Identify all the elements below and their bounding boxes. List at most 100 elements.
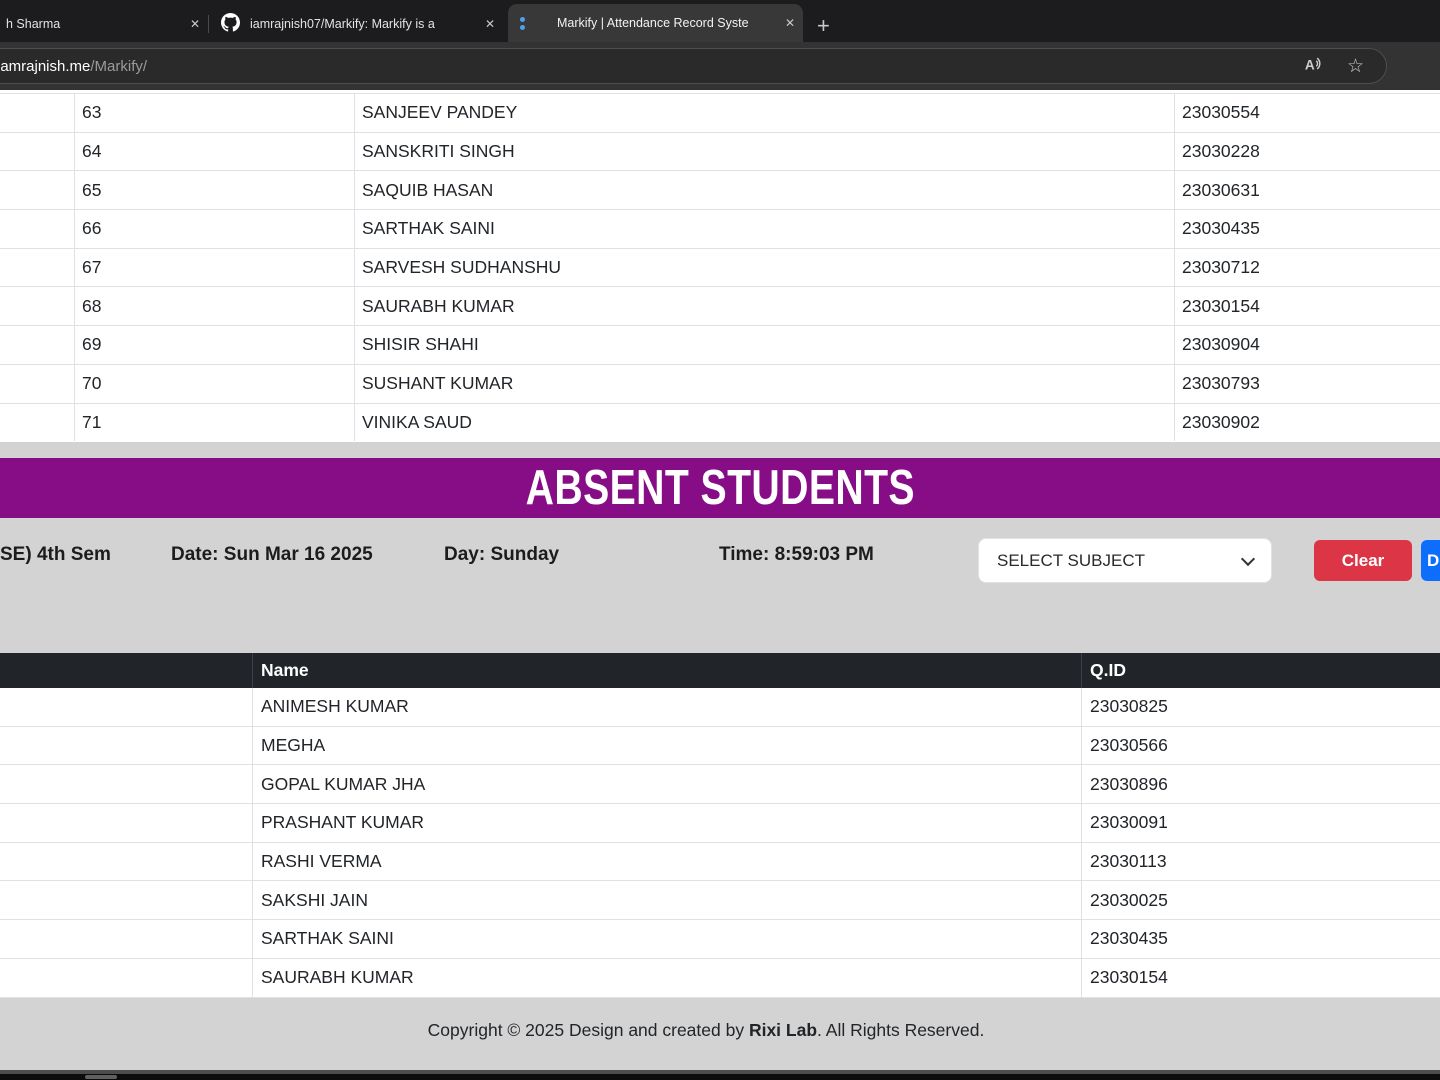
table-row: 70 SUSHANT KUMAR 23030793	[0, 364, 1440, 403]
qid-cell: 23030113	[1082, 843, 1440, 881]
table-row: ANIMESH KUMAR 23030825	[0, 688, 1440, 727]
table-row: 69 SHISIR SHAHI 23030904	[0, 325, 1440, 364]
row-left-cell	[0, 404, 75, 442]
row-left-cell	[0, 94, 75, 132]
name-cell: SAURABH KUMAR	[253, 959, 1082, 997]
name-cell: GOPAL KUMAR JHA	[253, 765, 1082, 803]
qid-cell: 23030825	[1082, 688, 1440, 726]
markify-favicon-icon	[520, 17, 525, 30]
qid-cell: 23030554	[1175, 94, 1440, 132]
tab-1[interactable]: h Sharma ✕	[0, 6, 208, 42]
name-cell: PRASHANT KUMAR	[253, 804, 1082, 842]
name-cell: SAQUIB HASAN	[355, 171, 1175, 209]
close-icon[interactable]: ✕	[777, 16, 803, 30]
header-qid: Q.ID	[1082, 653, 1440, 688]
svg-text:A: A	[1305, 57, 1315, 72]
qid-cell: 23030154	[1175, 287, 1440, 325]
footer-brand: Rixi Lab	[749, 1020, 817, 1040]
row-left-cell	[0, 365, 75, 403]
horizontal-scrollbar-thumb[interactable]	[85, 1075, 117, 1079]
new-tab-button[interactable]: +	[817, 16, 830, 36]
table-row: 64 SANSKRITI SINGH 23030228	[0, 132, 1440, 171]
serial-cell: 70	[75, 365, 355, 403]
subject-select[interactable]: SELECT SUBJECT	[978, 538, 1272, 583]
table-row: MEGHA 23030566	[0, 727, 1440, 766]
tab-2[interactable]: iamrajnish07/Markify: Markify is a ✕	[209, 6, 503, 42]
qid-cell: 23030896	[1082, 765, 1440, 803]
name-cell: SAURABH KUMAR	[355, 287, 1175, 325]
qid-cell: 23030902	[1175, 404, 1440, 442]
serial-cell: 69	[75, 326, 355, 364]
tab-3-active[interactable]: Markify | Attendance Record Syste ✕	[508, 4, 803, 42]
name-cell: SHISIR SHAHI	[355, 326, 1175, 364]
row-left-cell	[0, 171, 75, 209]
absent-students-banner: ABSENT STUDENTS	[0, 458, 1440, 518]
qid-cell: 23030631	[1175, 171, 1440, 209]
tab-strip: h Sharma ✕ iamrajnish07/Markify: Markify…	[0, 0, 1440, 42]
qid-cell: 23030904	[1175, 326, 1440, 364]
table-row: SARTHAK SAINI 23030435	[0, 920, 1440, 959]
url-domain: iamrajnish.me	[0, 58, 90, 75]
close-icon[interactable]: ✕	[477, 17, 503, 31]
name-cell: MEGHA	[253, 727, 1082, 765]
row-left-cell	[0, 287, 75, 325]
row-left-cell	[0, 210, 75, 248]
name-cell: SARTHAK SAINI	[355, 210, 1175, 248]
table-row: GOPAL KUMAR JHA 23030896	[0, 765, 1440, 804]
name-cell: SUSHANT KUMAR	[355, 365, 1175, 403]
row-left-cell	[0, 727, 253, 765]
row-left-cell	[0, 881, 253, 919]
table-row: RASHI VERMA 23030113	[0, 843, 1440, 882]
clear-button[interactable]: Clear	[1314, 540, 1412, 581]
banner-title: ABSENT STUDENTS	[525, 460, 914, 516]
absent-table-header: Name Q.ID	[0, 653, 1440, 688]
table-row: SAKSHI JAIN 23030025	[0, 881, 1440, 920]
qid-cell: 23030025	[1082, 881, 1440, 919]
qid-cell: 23030228	[1175, 133, 1440, 171]
download-button[interactable]: Download	[1421, 540, 1440, 581]
table-row: PRASHANT KUMAR 23030091	[0, 804, 1440, 843]
serial-cell: 63	[75, 94, 355, 132]
header-name: Name	[253, 653, 1082, 688]
name-cell: SARVESH SUDHANSHU	[355, 249, 1175, 287]
absent-students-table: Name Q.ID ANIMESH KUMAR 23030825 MEGHA 2…	[0, 653, 1440, 998]
header-left-cell	[0, 653, 253, 688]
serial-cell: 67	[75, 249, 355, 287]
row-left-cell	[0, 133, 75, 171]
subject-select-value: SELECT SUBJECT	[997, 551, 1145, 571]
table-row: 66 SARTHAK SAINI 23030435	[0, 209, 1440, 248]
favorites-star-icon[interactable]: ☆	[1347, 57, 1364, 76]
copyright-footer: Copyright © 2025 Design and created by R…	[0, 1020, 1412, 1041]
footer-prefix: Copyright © 2025 Design and created by	[428, 1020, 749, 1040]
row-left-cell	[0, 920, 253, 958]
qid-cell: 23030435	[1175, 210, 1440, 248]
qid-cell: 23030435	[1082, 920, 1440, 958]
close-icon[interactable]: ✕	[182, 17, 208, 31]
qid-cell: 23030712	[1175, 249, 1440, 287]
address-bar[interactable]: iamrajnish.me/Markify/ A ☆	[0, 48, 1387, 84]
qid-cell: 23030091	[1082, 804, 1440, 842]
table-row: 67 SARVESH SUDHANSHU 23030712	[0, 248, 1440, 287]
tab-1-title: h Sharma	[6, 17, 182, 31]
row-left-cell	[0, 843, 253, 881]
row-left-cell	[0, 249, 75, 287]
url-text[interactable]: iamrajnish.me/Markify/	[0, 58, 1303, 75]
name-cell: RASHI VERMA	[253, 843, 1082, 881]
qid-cell: 23030793	[1175, 365, 1440, 403]
absent-table-body: ANIMESH KUMAR 23030825 MEGHA 23030566 GO…	[0, 688, 1440, 998]
read-aloud-icon[interactable]: A	[1303, 54, 1325, 79]
present-students-table: 63 SANJEEV PANDEY 23030554 64 SANSKRITI …	[0, 90, 1440, 442]
browser-window: h Sharma ✕ iamrajnish07/Markify: Markify…	[0, 0, 1440, 1080]
name-cell: SANSKRITI SINGH	[355, 133, 1175, 171]
serial-cell: 68	[75, 287, 355, 325]
footer-suffix: . All Rights Reserved.	[817, 1020, 984, 1040]
url-path: /Markify/	[90, 58, 147, 75]
serial-cell: 64	[75, 133, 355, 171]
table-row: 65 SAQUIB HASAN 23030631	[0, 170, 1440, 209]
chevron-down-icon	[1241, 552, 1255, 566]
tab-3-title: Markify | Attendance Record Syste	[535, 16, 777, 30]
row-left-cell	[0, 688, 253, 726]
name-cell: SAKSHI JAIN	[253, 881, 1082, 919]
name-cell: ANIMESH KUMAR	[253, 688, 1082, 726]
time-label: Time: 8:59:03 PM	[719, 544, 874, 566]
